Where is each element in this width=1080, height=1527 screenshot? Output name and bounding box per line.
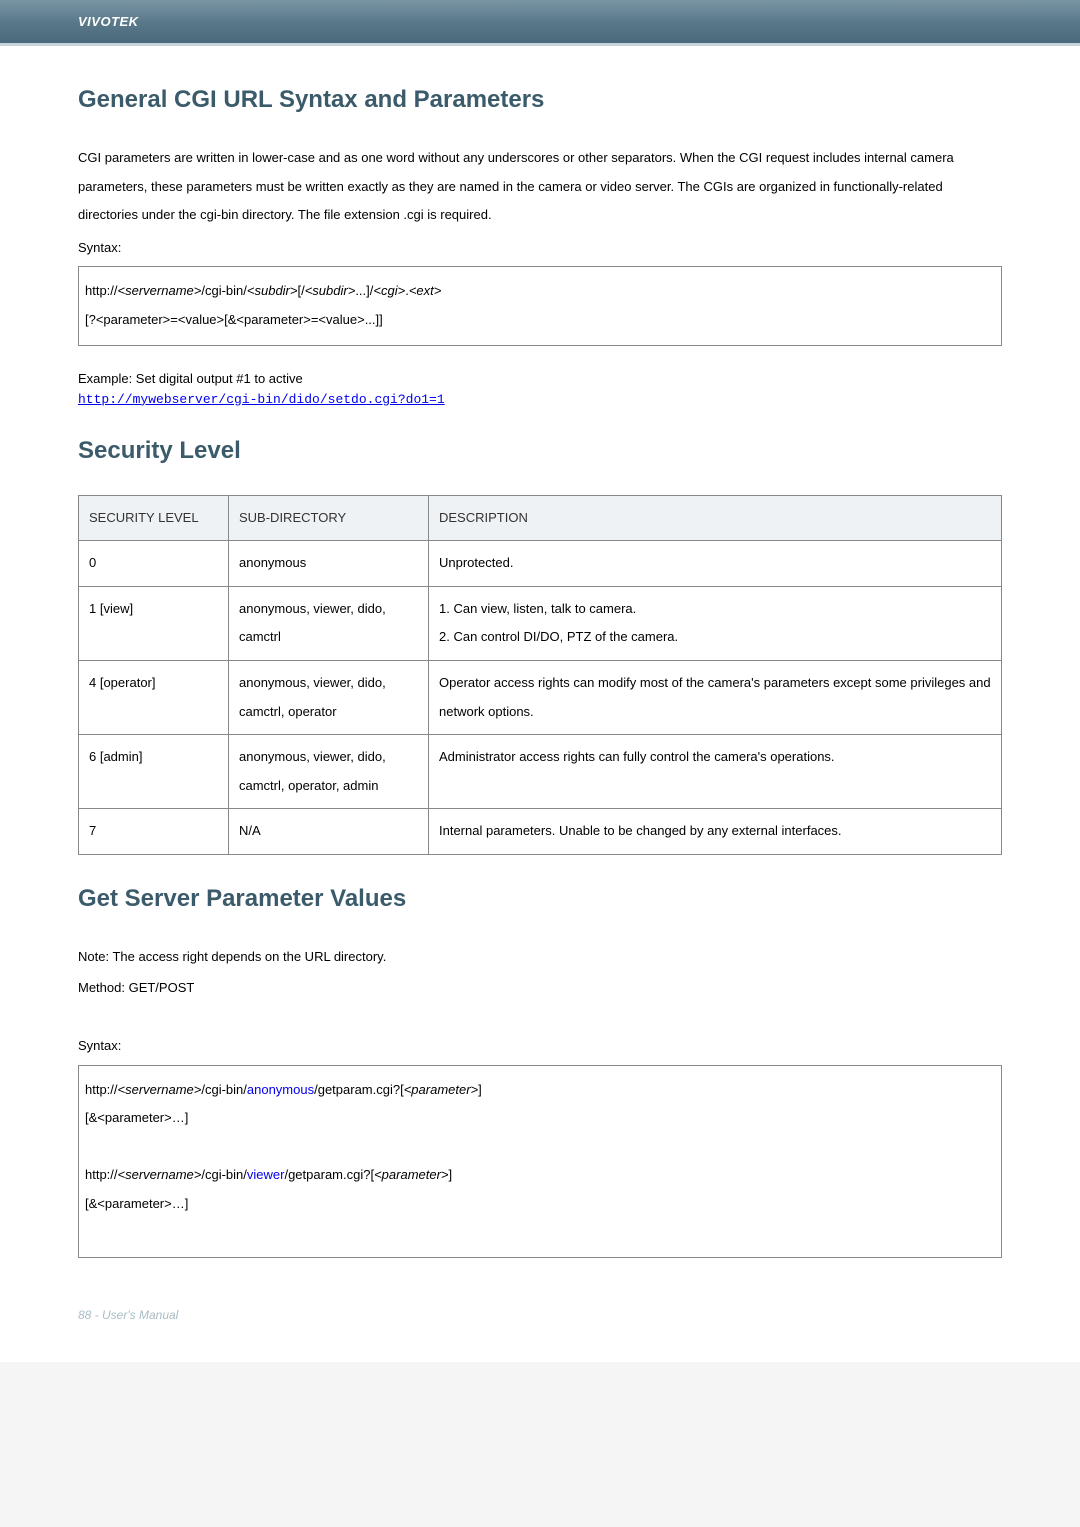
th-subdir: SUB-DIRECTORY	[229, 495, 429, 541]
table-header-row: SECURITY LEVEL SUB-DIRECTORY DESCRIPTION	[79, 495, 1002, 541]
cell-desc: Administrator access rights can fully co…	[429, 735, 1002, 809]
syntax-label-2: Syntax:	[78, 1032, 1002, 1061]
cell-desc: Internal parameters. Unable to be change…	[429, 809, 1002, 855]
cell-level: 0	[79, 541, 229, 587]
page-footer: 88 - User's Manual	[0, 1258, 1080, 1322]
brand-text: VIVOTEK	[78, 14, 139, 29]
cell-subdir: anonymous, viewer, dido, camctrl, operat…	[229, 660, 429, 734]
note-access-right: Note: The access right depends on the UR…	[78, 943, 1002, 972]
cell-subdir: anonymous, viewer, dido, camctrl, operat…	[229, 735, 429, 809]
heading-general-cgi: General CGI URL Syntax and Parameters	[78, 86, 1002, 114]
para-cgi-intro: CGI parameters are written in lower-case…	[78, 144, 1002, 230]
syntax-line: [&<parameter>…]	[85, 1190, 995, 1219]
cell-level: 6 [admin]	[79, 735, 229, 809]
cell-level: 7	[79, 809, 229, 855]
cell-subdir: anonymous, viewer, dido, camctrl	[229, 586, 429, 660]
table-row: 0 anonymous Unprotected.	[79, 541, 1002, 587]
syntax-blank	[85, 1219, 995, 1248]
page: VIVOTEK General CGI URL Syntax and Param…	[0, 0, 1080, 1362]
cell-level: 1 [view]	[79, 586, 229, 660]
th-level: SECURITY LEVEL	[79, 495, 229, 541]
syntax-line: http://<servername>/cgi-bin/anonymous/ge…	[85, 1076, 995, 1105]
table-row: 7 N/A Internal parameters. Unable to be …	[79, 809, 1002, 855]
syntax-box-2: http://<servername>/cgi-bin/anonymous/ge…	[78, 1065, 1002, 1259]
table-row: 1 [view] anonymous, viewer, dido, camctr…	[79, 586, 1002, 660]
cell-subdir: N/A	[229, 809, 429, 855]
table-row: 4 [operator] anonymous, viewer, dido, ca…	[79, 660, 1002, 734]
syntax-line-1: http://<servername>/cgi-bin/<subdir>[/<s…	[85, 277, 995, 306]
content: General CGI URL Syntax and Parameters CG…	[0, 46, 1080, 1258]
page-header: VIVOTEK	[0, 0, 1080, 43]
syntax-line: [&<parameter>…]	[85, 1104, 995, 1133]
cell-desc: 1. Can view, listen, talk to camera. 2. …	[429, 586, 1002, 660]
syntax-line: http://<servername>/cgi-bin/viewer/getpa…	[85, 1161, 995, 1190]
heading-security-level: Security Level	[78, 437, 1002, 465]
th-desc: DESCRIPTION	[429, 495, 1002, 541]
syntax-box-1: http://<servername>/cgi-bin/<subdir>[/<s…	[78, 266, 1002, 345]
syntax-line-2: [?<parameter>=<value>[&<parameter>=<valu…	[85, 306, 995, 335]
method-text: Method: GET/POST	[78, 974, 1002, 1003]
syntax-label-1: Syntax:	[78, 234, 1002, 263]
heading-get-server-params: Get Server Parameter Values	[78, 885, 1002, 913]
cell-desc: Unprotected.	[429, 541, 1002, 587]
table-row: 6 [admin] anonymous, viewer, dido, camct…	[79, 735, 1002, 809]
security-table: SECURITY LEVEL SUB-DIRECTORY DESCRIPTION…	[78, 495, 1002, 855]
cell-subdir: anonymous	[229, 541, 429, 587]
cell-desc: Operator access rights can modify most o…	[429, 660, 1002, 734]
example-label: Example: Set digital output #1 to active	[78, 366, 1002, 392]
footer-page-number: 88 - User's Manual	[78, 1308, 178, 1322]
cell-level: 4 [operator]	[79, 660, 229, 734]
syntax-blank	[85, 1133, 995, 1162]
example-link[interactable]: http://mywebserver/cgi-bin/dido/setdo.cg…	[78, 392, 1002, 407]
